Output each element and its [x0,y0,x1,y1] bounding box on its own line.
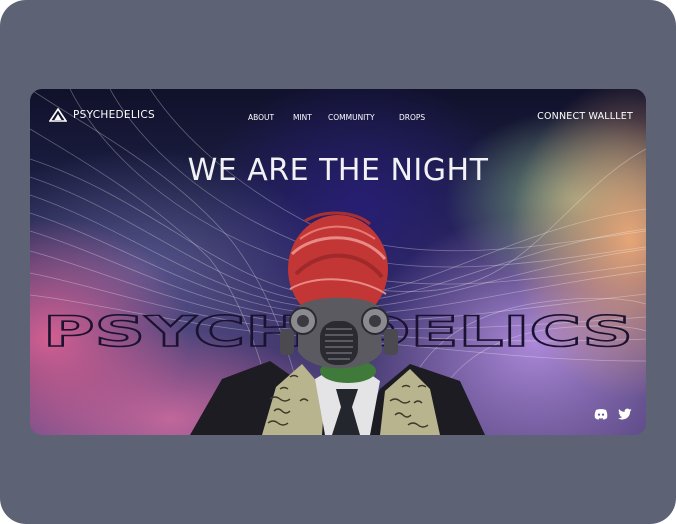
nav-item-community[interactable]: COMMUNITY [328,113,375,122]
twitter-icon[interactable] [618,408,632,420]
brand-logo[interactable]: PSYCHEDELICS [49,108,155,122]
discord-icon[interactable] [594,408,608,420]
screenshot-frame: PSYCHEDELICS ABOUT MINT COMMUNITY DROPS … [0,0,676,524]
masked-figure [190,211,485,435]
triangle-logo-icon [49,108,67,122]
nav-item-mint[interactable]: MINT [293,113,312,122]
hero-headline: WE ARE THE NIGHT [187,153,489,188]
nav-item-drops[interactable]: DROPS [399,113,425,122]
nav-item-about[interactable]: ABOUT [248,113,274,122]
brand-name: PSYCHEDELICS [73,109,155,121]
connect-wallet-button[interactable]: CONNECT WALLLET [537,111,633,122]
hero-banner: PSYCHEDELICS ABOUT MINT COMMUNITY DROPS … [30,89,646,435]
